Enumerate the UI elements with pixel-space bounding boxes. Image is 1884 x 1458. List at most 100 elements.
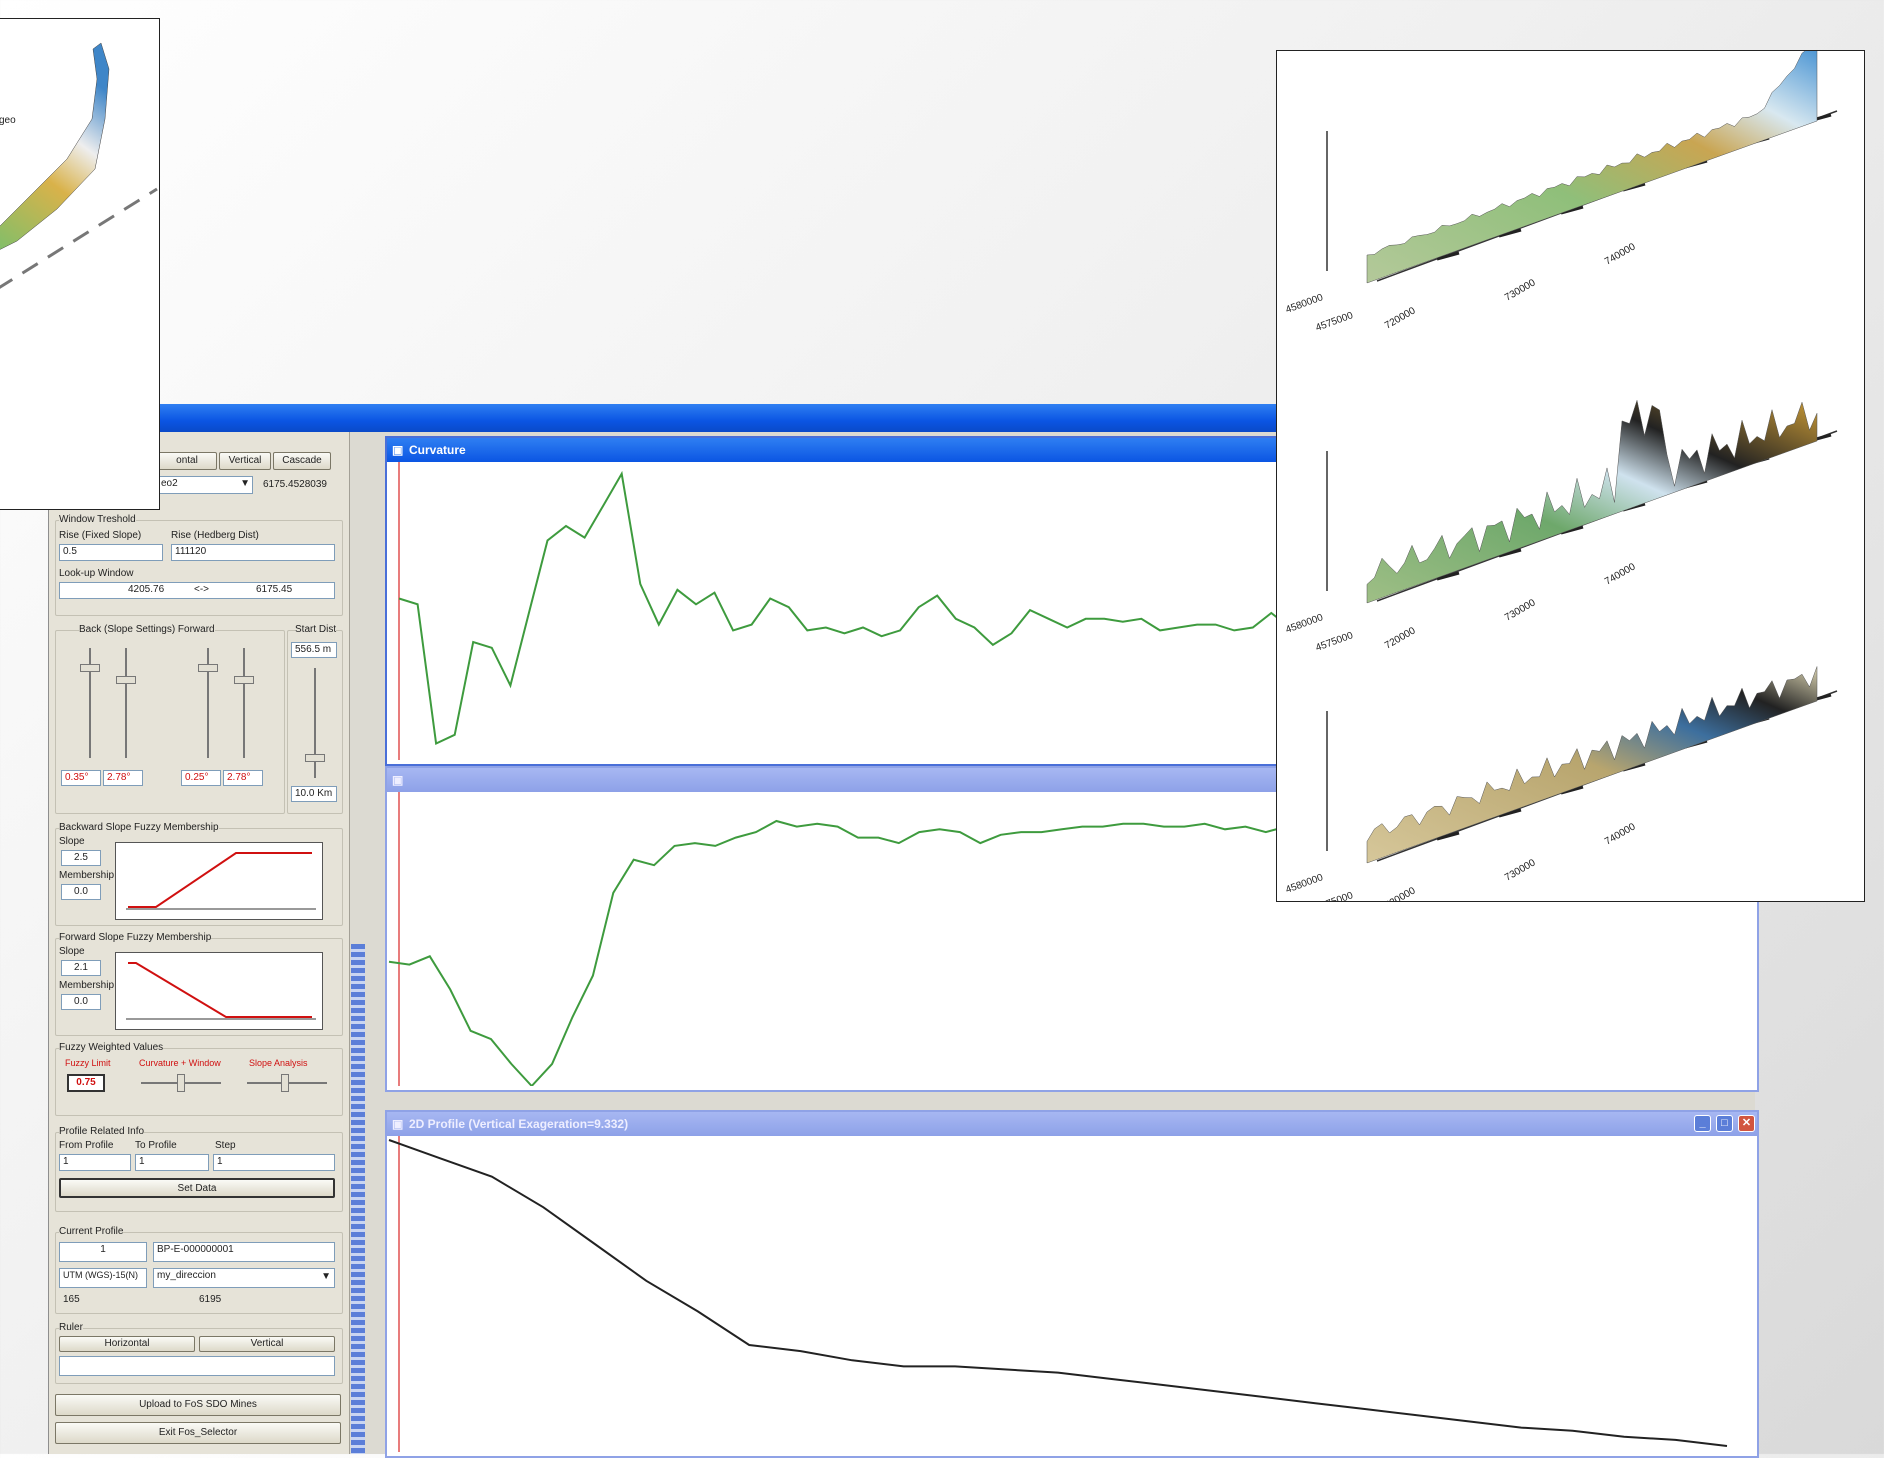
control-panel: ontal Vertical Cascade eo2 ▼ 6175.4528039…	[49, 432, 350, 1454]
profile-related-title: Profile Related Info	[59, 1126, 145, 1137]
surfaces-3d-stack: 45800004575000 72000073000074000045800004…	[1284, 51, 1838, 901]
slope-analysis-label: Slope Analysis	[249, 1058, 308, 1068]
axis-label: 720000	[1383, 885, 1418, 901]
rise-hedberg-label: Rise (Hedberg Dist)	[171, 530, 259, 541]
fwd-slider-1-thumb[interactable]	[198, 664, 218, 672]
tile-horizontal-button[interactable]: ontal	[157, 452, 217, 470]
fwd-slider-2[interactable]	[243, 648, 245, 758]
window-icon: ▣	[392, 773, 404, 787]
ruler-horizontal-button[interactable]: Horizontal	[59, 1336, 195, 1352]
slope-analysis-thumb[interactable]	[281, 1074, 289, 1092]
set-data-button[interactable]: Set Data	[59, 1178, 335, 1198]
panel-scrollbar[interactable]	[351, 944, 365, 1454]
current-profile-title: Current Profile	[59, 1226, 124, 1237]
profile-title: 2D Profile (Vertical Exageration=9.332)	[409, 1117, 629, 1131]
fuzzy-limit-label: Fuzzy Limit	[65, 1058, 111, 1068]
forward-fuzzy-graph	[115, 952, 323, 1030]
profile-title-bar[interactable]: ▣ 2D Profile (Vertical Exageration=9.332…	[387, 1112, 1757, 1136]
close-icon[interactable]: ✕	[1738, 1115, 1755, 1132]
profile-id[interactable]: BP-E-000000001	[153, 1242, 335, 1262]
curvature-line	[398, 470, 1328, 745]
terrain-surface	[1366, 51, 1818, 284]
exit-button[interactable]: Exit Fos_Selector	[55, 1422, 341, 1444]
start-dist-slider-thumb[interactable]	[305, 754, 325, 762]
forward-slope-label: Slope	[59, 946, 85, 957]
slope-settings-title: Back (Slope Settings) Forward	[79, 624, 215, 635]
profile-number[interactable]: 1	[59, 1242, 147, 1262]
lookup-window-field[interactable]: 4205.76 <-> 6175.45	[59, 582, 335, 599]
back-slider-2[interactable]	[125, 648, 127, 758]
axis-label: 730000	[1503, 277, 1538, 303]
fwd-value-1: 0.25°	[181, 770, 221, 786]
ruler-readout	[59, 1356, 335, 1376]
upload-button[interactable]: Upload to FoS SDO Mines	[55, 1394, 341, 1416]
field-combo[interactable]: my_direccion ▼	[153, 1268, 335, 1288]
lookup-separator: <->	[194, 584, 210, 595]
inset-3d-image: geo	[0, 18, 160, 510]
forward-membership-input[interactable]: 0.0	[61, 994, 101, 1010]
rise-hedberg-input[interactable]: 111120	[171, 544, 335, 561]
curvature-window-thumb[interactable]	[177, 1074, 185, 1092]
window-threshold-title: Window Treshold	[59, 514, 136, 525]
rise-input[interactable]: 0.5	[59, 544, 163, 561]
forward-slope-input[interactable]: 2.1	[61, 960, 101, 976]
axis-label: 730000	[1503, 857, 1538, 883]
back-value-1: 0.35°	[61, 770, 101, 786]
lookup-to: 6175.45	[256, 584, 293, 595]
axis-label: 720000	[1383, 625, 1418, 651]
inset-label: geo	[0, 115, 16, 126]
surface-panel-2: 45800004575000 720000 730000 740000	[1284, 399, 1838, 654]
lookup-window-label: Look-up Window	[59, 568, 134, 579]
fuzzy-limit-input[interactable]: 0.75	[67, 1074, 105, 1092]
maximize-icon[interactable]: □	[1716, 1115, 1733, 1132]
from-profile-label: From Profile	[59, 1140, 114, 1151]
back-slider-1-thumb[interactable]	[80, 664, 100, 672]
axis-label: 740000	[1603, 561, 1638, 587]
terrain-surface	[1366, 399, 1818, 604]
window-icon: ▣	[392, 1117, 404, 1131]
backward-membership-input[interactable]: 0.0	[61, 884, 101, 900]
from-profile-input[interactable]: 1	[59, 1154, 131, 1171]
chevron-down-icon[interactable]: ▼	[240, 478, 250, 489]
backward-slope-label: Slope	[59, 836, 85, 847]
fwd-slider-2-thumb[interactable]	[234, 676, 254, 684]
axis-label: 4580000	[1284, 872, 1325, 896]
backward-membership-label: Membership	[59, 870, 115, 881]
projection-field[interactable]: UTM (WGS)-15(N)	[59, 1268, 147, 1288]
lookup-from: 4205.76	[128, 584, 165, 595]
start-dist-value[interactable]: 556.5 m	[291, 642, 337, 658]
profile-value-b: 6195	[199, 1294, 222, 1305]
backward-slope-input[interactable]: 2.5	[61, 850, 101, 866]
end-dist-value[interactable]: 10.0 Km	[291, 786, 337, 802]
profile-line	[388, 1139, 1728, 1447]
minimize-icon[interactable]: _	[1694, 1115, 1711, 1132]
back-slider-2-thumb[interactable]	[116, 676, 136, 684]
back-value-2: 2.78°	[103, 770, 143, 786]
forward-fuzzy-title: Forward Slope Fuzzy Membership	[59, 932, 212, 943]
backward-fuzzy-graph	[115, 842, 323, 920]
axis-label: 740000	[1603, 241, 1638, 267]
surface-panel-3: 45800004575000 720000 730000 740000	[1284, 666, 1838, 901]
axis-label: 730000	[1503, 597, 1538, 623]
ruler-vertical-button[interactable]: Vertical	[199, 1336, 335, 1352]
tile-vertical-button[interactable]: Vertical	[219, 452, 271, 470]
rise-label: Rise (Fixed Slope)	[59, 530, 142, 541]
layer-combo[interactable]: eo2 ▼	[157, 476, 253, 494]
curvature-title: Curvature	[409, 443, 466, 457]
axis-label: 4575000	[1314, 890, 1355, 901]
ruler-title: Ruler	[59, 1322, 83, 1333]
step-label: Step	[215, 1140, 236, 1151]
profile-window[interactable]: ▣ 2D Profile (Vertical Exageration=9.332…	[385, 1110, 1759, 1458]
axis-label: 4580000	[1284, 612, 1325, 636]
backward-fuzzy-title: Backward Slope Fuzzy Membership	[59, 822, 219, 833]
forward-membership-label: Membership	[59, 980, 115, 991]
surfaces-3d-image: 4580000 4575000 720000 730000 740000 4580000 4…	[1276, 50, 1865, 902]
fwd-value-2: 2.78°	[223, 770, 263, 786]
axis-label: 4575000	[1314, 310, 1355, 334]
cascade-button[interactable]: Cascade	[273, 452, 331, 470]
to-profile-label: To Profile	[135, 1140, 177, 1151]
step-input[interactable]: 1	[213, 1154, 335, 1171]
to-profile-input[interactable]: 1	[135, 1154, 209, 1171]
axis-label: 720000	[1383, 305, 1418, 331]
chevron-down-icon[interactable]: ▼	[321, 1271, 331, 1282]
